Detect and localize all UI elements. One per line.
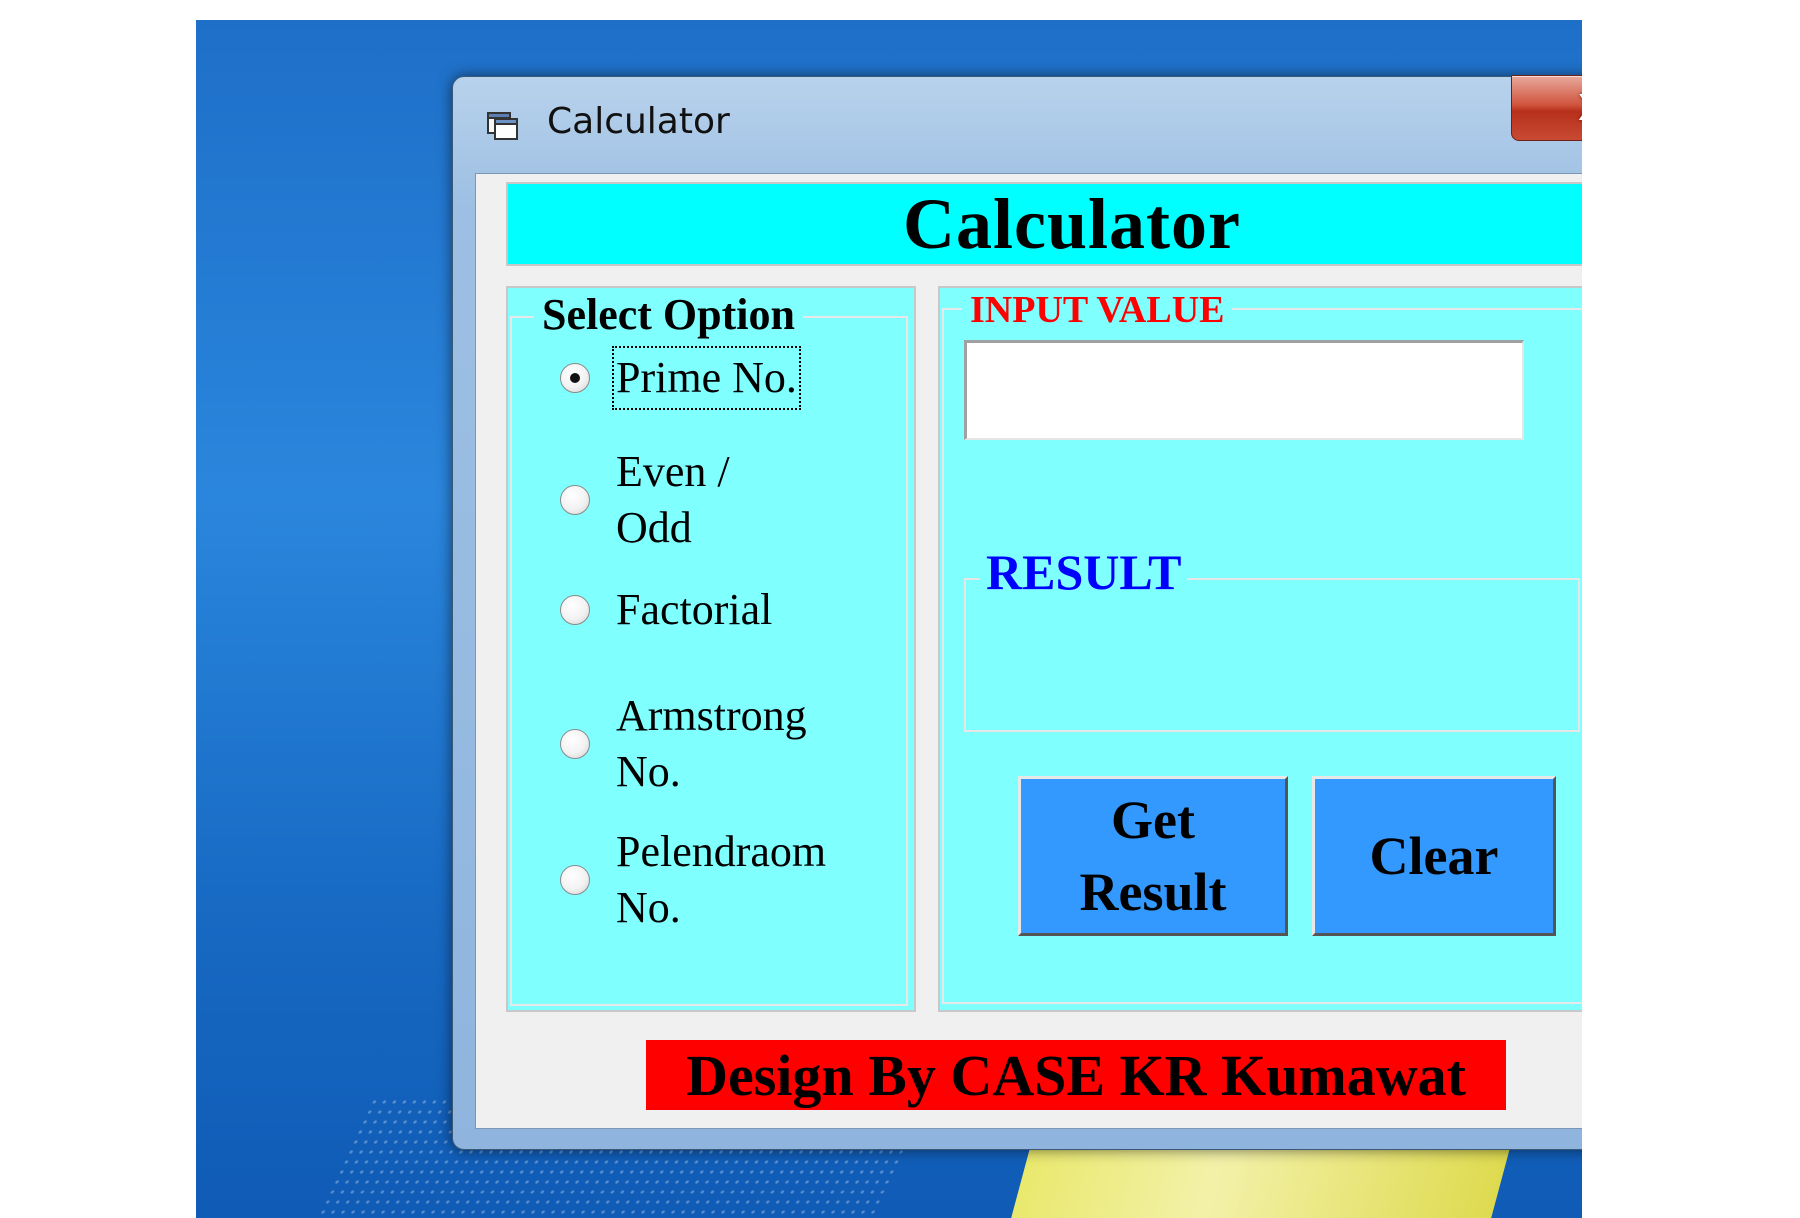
radio-button[interactable] — [560, 485, 590, 515]
title-bar[interactable]: Calculator X — [453, 75, 1582, 169]
footer-credit-banner: Design By CASE KR Kumawat — [646, 1040, 1506, 1110]
window-app-icon — [487, 112, 518, 140]
radio-button-checked[interactable] — [560, 363, 590, 393]
option-label-line2: No. — [616, 747, 681, 796]
select-option-legend: Select Option — [534, 288, 803, 342]
get-result-label: Get Result — [1080, 784, 1227, 928]
form-client-area: Calculator Select Option Prime No. Even … — [475, 173, 1582, 1129]
option-factorial[interactable]: Factorial — [560, 582, 772, 638]
clear-button[interactable]: Clear — [1312, 776, 1556, 936]
calculator-window: Calculator X Calculator Select Option Pr… — [452, 75, 1582, 1150]
select-option-group: Select Option Prime No. Even / Odd Facto… — [506, 286, 916, 1012]
option-label: Armstrong No. — [616, 688, 807, 800]
footer-credit-text: Design By CASE KR Kumawat — [686, 1042, 1466, 1108]
input-value-field[interactable] — [964, 340, 1524, 440]
radio-button[interactable] — [560, 595, 590, 625]
input-group: INPUT VALUE RESULT Get Result Clear — [938, 286, 1582, 1012]
option-label: Even / Odd — [616, 444, 730, 556]
desktop-wallpaper-highlight — [999, 1140, 1513, 1218]
option-label: Pelendraom No. — [616, 824, 826, 936]
input-value-legend: INPUT VALUE — [962, 288, 1233, 332]
option-label: Factorial — [616, 585, 773, 634]
page-title: Calculator — [903, 183, 1241, 264]
radio-button[interactable] — [560, 865, 590, 895]
radio-button[interactable] — [560, 729, 590, 759]
close-icon: X — [1578, 88, 1582, 129]
option-label-line1: Pelendraom — [616, 827, 827, 876]
window-title: Calculator — [547, 101, 730, 142]
desktop-background: Calculator X Calculator Select Option Pr… — [196, 20, 1582, 1218]
option-prime[interactable]: Prime No. — [560, 346, 801, 410]
option-even-odd[interactable]: Even / Odd — [560, 444, 730, 556]
option-label-line1: Armstrong — [616, 691, 807, 740]
get-result-button[interactable]: Get Result — [1018, 776, 1288, 936]
clear-button-label: Clear — [1369, 826, 1499, 886]
option-pelendraom[interactable]: Pelendraom No. — [560, 824, 826, 936]
close-button[interactable]: X — [1511, 75, 1582, 141]
option-label-line2: No. — [616, 883, 681, 932]
get-result-label-line2: Result — [1079, 862, 1227, 922]
option-label-line1: Even / — [616, 447, 730, 496]
result-legend: RESULT — [980, 542, 1188, 602]
option-label-line2: Odd — [616, 503, 692, 552]
header-banner: Calculator — [506, 182, 1582, 266]
get-result-label-line1: Get — [1111, 790, 1195, 850]
option-armstrong[interactable]: Armstrong No. — [560, 688, 807, 800]
option-label: Prime No. — [612, 346, 801, 410]
